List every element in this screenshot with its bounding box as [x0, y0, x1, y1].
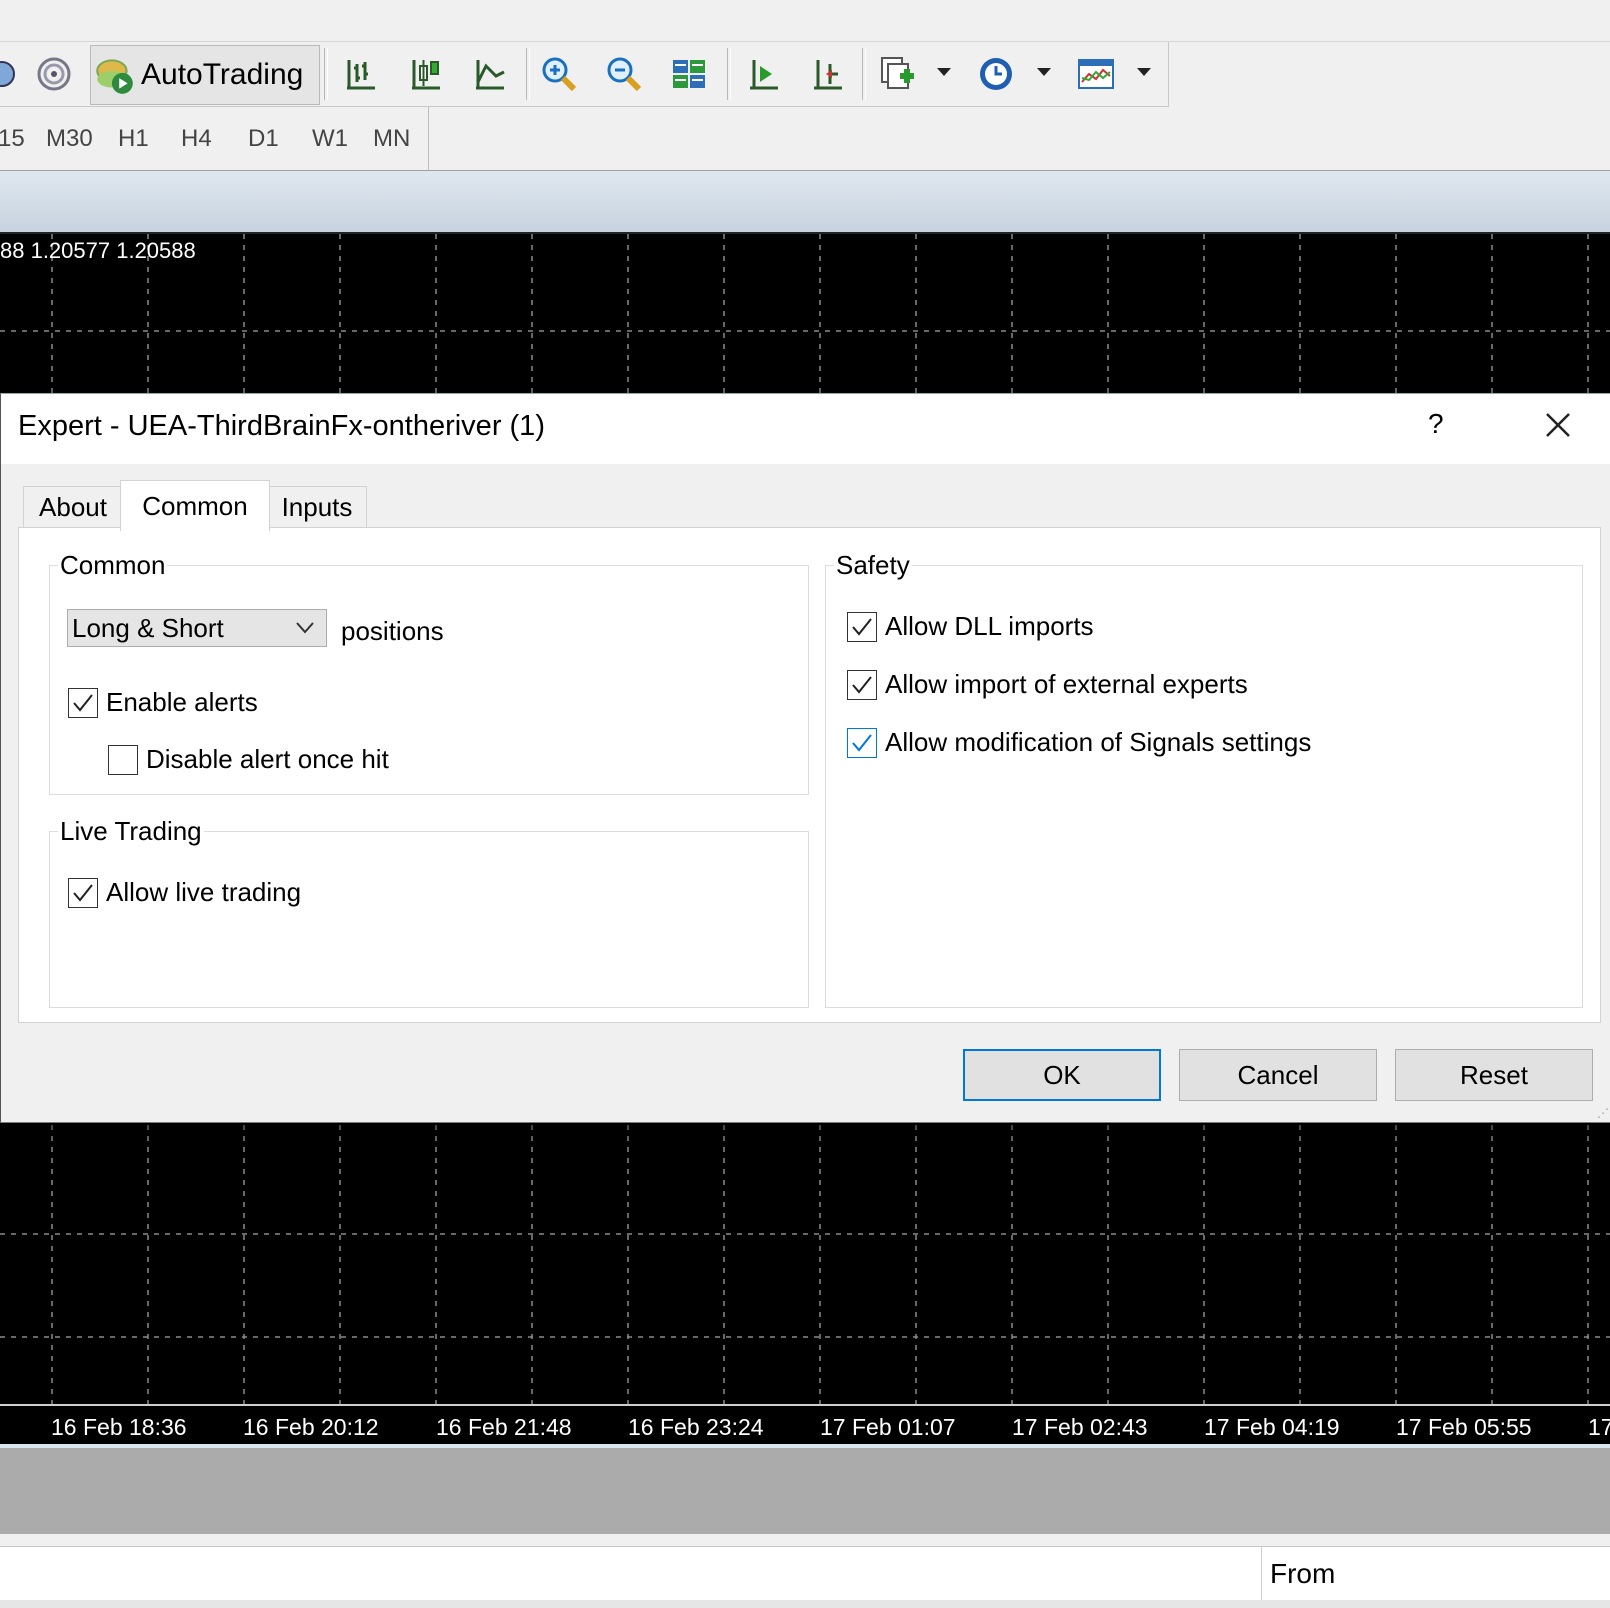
chart-price-info: 88 1.20577 1.20588 [0, 238, 196, 263]
main-toolbar: AutoTrading [0, 42, 1169, 107]
timeframe-mn[interactable]: MN [373, 125, 410, 153]
allow-import-external-experts-label: Allow import of external experts [885, 669, 1248, 699]
time-axis-label: 16 Feb 21:48 [436, 1414, 572, 1440]
enable-alerts-row[interactable]: Enable alerts [68, 687, 258, 718]
zoom-out-icon[interactable] [600, 50, 648, 98]
auto-scroll-icon[interactable] [740, 50, 788, 98]
common-group: Common Long & Short positions Enable ale… [49, 550, 809, 795]
tab-inputs[interactable]: Inputs [267, 486, 367, 527]
chart-window-header [0, 171, 1610, 235]
timeframe-d1[interactable]: D1 [248, 125, 279, 153]
autotrading-icon [96, 59, 133, 94]
checkmark-icon [852, 675, 872, 694]
tab-common[interactable]: Common [120, 480, 270, 531]
timeframe-w1[interactable]: W1 [312, 125, 348, 153]
time-axis-label: 17 Feb 04:19 [1204, 1414, 1340, 1440]
timeframe-h1[interactable]: H1 [118, 125, 149, 153]
disable-alert-once-hit-row[interactable]: Disable alert once hit [108, 744, 389, 775]
common-group-title: Common [58, 550, 168, 581]
chart-shift-icon[interactable] [804, 50, 852, 98]
time-axis-label: 16 Feb 23:24 [628, 1414, 764, 1440]
allow-dll-imports-row[interactable]: Allow DLL imports [847, 611, 1094, 642]
checkmark-icon [852, 617, 872, 636]
time-axis-label: 17 Feb 05:55 [1396, 1414, 1532, 1440]
allow-import-external-experts-row[interactable]: Allow import of external experts [847, 669, 1248, 700]
checkmark-icon [73, 883, 93, 902]
enable-alerts-label: Enable alerts [106, 687, 258, 717]
allow-live-trading-row[interactable]: Allow live trading [68, 877, 301, 908]
allow-modification-signals-label: Allow modification of Signals settings [885, 727, 1312, 757]
live-trading-group: Live Trading Allow live trading [49, 816, 809, 1008]
templates-dropdown-icon[interactable] [1137, 68, 1151, 76]
periods-clock-icon[interactable] [972, 50, 1020, 98]
timeframe-bar: 15 M30 H1 H4 D1 W1 MN [0, 107, 1610, 171]
allow-live-trading-checkbox[interactable] [68, 877, 98, 908]
ok-button[interactable]: OK [963, 1049, 1161, 1101]
toolbar-top-strip [0, 0, 1610, 42]
safety-group: Safety Allow DLL imports Allow import of… [825, 550, 1583, 1008]
panel-strip [0, 1534, 1610, 1546]
dialog-title: Expert - UEA-ThirdBrainFx-ontheriver (1) [18, 410, 545, 442]
disable-alert-once-hit-label: Disable alert once hit [146, 744, 389, 774]
toolbar-separator [526, 48, 530, 100]
time-axis-label: 17 Feb 02:43 [1012, 1414, 1148, 1440]
toolbar-separator [862, 48, 866, 100]
positions-label: positions [341, 616, 444, 646]
close-icon[interactable] [1541, 408, 1575, 442]
timeframe-m30[interactable]: M30 [46, 125, 93, 153]
allow-modification-signals-row[interactable]: Allow modification of Signals settings [847, 727, 1311, 758]
terminal-icon[interactable] [0, 50, 26, 98]
dialog-title-bar[interactable]: Expert - UEA-ThirdBrainFx-ontheriver (1)… [1, 394, 1610, 464]
panel-splitter[interactable] [0, 1448, 1610, 1534]
allow-dll-imports-label: Allow DLL imports [885, 611, 1094, 641]
resize-grip-icon[interactable]: ⋰ [1597, 1106, 1609, 1120]
indicators-dropdown-icon[interactable] [937, 68, 951, 76]
signals-icon[interactable] [30, 50, 78, 98]
tab-about[interactable]: About [23, 486, 123, 527]
positions-select-value: Long & Short [72, 613, 224, 643]
time-axis-label: 16 Feb 20:12 [243, 1414, 379, 1440]
checkmark-icon [73, 693, 93, 712]
table-row [0, 1600, 1610, 1608]
candlestick-icon[interactable] [402, 50, 450, 98]
periods-dropdown-icon[interactable] [1037, 68, 1051, 76]
indicators-add-icon[interactable] [872, 50, 920, 98]
timeframe-h4[interactable]: H4 [181, 125, 212, 153]
bar-chart-icon[interactable] [337, 50, 385, 98]
line-chart-icon[interactable] [466, 50, 514, 98]
time-axis-label: 16 Feb 18:36 [51, 1414, 187, 1440]
time-axis-label: 17 Feb 01:07 [820, 1414, 956, 1440]
reset-button[interactable]: Reset [1395, 1049, 1593, 1101]
timeframe-m15[interactable]: 15 [0, 125, 25, 153]
expert-properties-dialog: Expert - UEA-ThirdBrainFx-ontheriver (1)… [0, 393, 1610, 1123]
toolbar-separator [727, 48, 731, 100]
allow-modification-signals-checkbox[interactable] [847, 727, 877, 758]
live-trading-group-title: Live Trading [58, 816, 204, 847]
zoom-in-icon[interactable] [535, 50, 583, 98]
autotrading-button[interactable]: AutoTrading [90, 45, 320, 105]
tile-windows-icon[interactable] [665, 50, 713, 98]
templates-icon[interactable] [1072, 50, 1120, 98]
toolbar-separator [324, 48, 328, 100]
positions-select[interactable]: Long & Short [67, 609, 327, 647]
enable-alerts-checkbox[interactable] [68, 687, 98, 718]
autotrading-label: AutoTrading [141, 58, 304, 91]
checkmark-icon [852, 733, 872, 752]
help-button[interactable]: ? [1428, 408, 1444, 440]
time-axis-label: 17 [1588, 1414, 1610, 1440]
chevron-down-icon [296, 622, 314, 634]
toolbox-table-header: From [0, 1546, 1610, 1602]
allow-dll-imports-checkbox[interactable] [847, 611, 877, 642]
common-tab-page: Common Long & Short positions Enable ale… [18, 527, 1601, 1023]
disable-alert-once-hit-checkbox[interactable] [108, 744, 138, 775]
allow-import-external-experts-checkbox[interactable] [847, 669, 877, 700]
cancel-button[interactable]: Cancel [1179, 1049, 1377, 1101]
from-column-header[interactable]: From [1261, 1547, 1335, 1601]
allow-live-trading-label: Allow live trading [106, 877, 302, 907]
safety-group-title: Safety [834, 550, 912, 581]
time-axis: 16 Feb 18:36 16 Feb 20:12 16 Feb 21:48 1… [0, 1404, 1610, 1444]
